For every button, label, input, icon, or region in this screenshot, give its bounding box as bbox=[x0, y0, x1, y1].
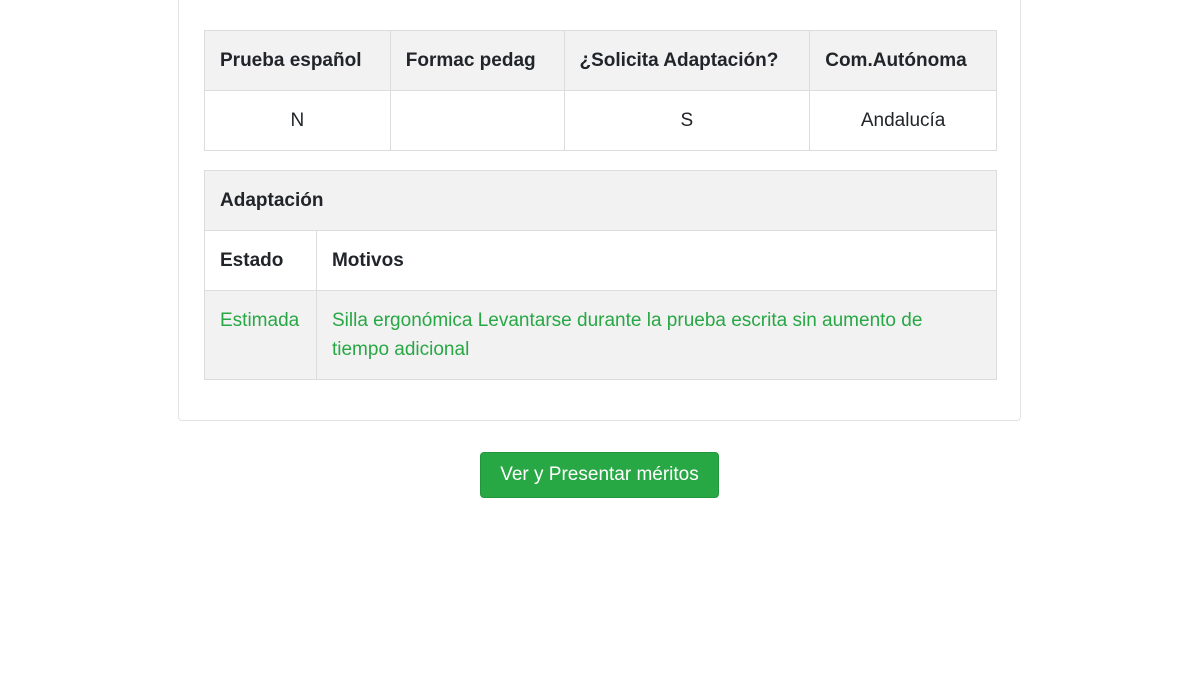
adaptacion-title: Adaptación bbox=[204, 170, 997, 231]
adaptacion-title-row: Adaptación bbox=[204, 170, 997, 231]
header-prueba-espanol: Prueba español bbox=[204, 30, 391, 91]
adaptacion-header-row: Estado Motivos bbox=[204, 230, 998, 291]
header-motivos: Motivos bbox=[315, 230, 998, 291]
page: Prueba español Formac pedag ¿Solicita Ad… bbox=[0, 0, 1200, 689]
cell-prueba-espanol: N bbox=[204, 90, 391, 151]
table-header-row: Prueba español Formac pedag ¿Solicita Ad… bbox=[204, 30, 997, 91]
cell-solicita-adaptacion: S bbox=[563, 90, 811, 151]
table-row: N S Andalucía bbox=[204, 90, 997, 151]
cell-com-autonoma: Andalucía bbox=[809, 90, 997, 151]
adaptacion-table: Adaptación Estado Motivos Estimada Silla… bbox=[204, 170, 998, 380]
cell-estado: Estimada bbox=[204, 290, 317, 380]
header-com-autonoma: Com.Autónoma bbox=[809, 30, 997, 91]
ver-presentar-meritos-button[interactable]: Ver y Presentar méritos bbox=[480, 452, 719, 498]
solicitud-table: Prueba español Formac pedag ¿Solicita Ad… bbox=[204, 30, 997, 151]
cell-formac-pedag bbox=[389, 90, 565, 151]
header-formac-pedag: Formac pedag bbox=[389, 30, 565, 91]
table-row: Estimada Silla ergonómica Levantarse dur… bbox=[204, 290, 998, 380]
cell-motivos: Silla ergonómica Levantarse durante la p… bbox=[315, 290, 998, 380]
header-solicita-adaptacion: ¿Solicita Adaptación? bbox=[563, 30, 811, 91]
header-estado: Estado bbox=[204, 230, 317, 291]
solicitud-card: Prueba español Formac pedag ¿Solicita Ad… bbox=[178, 0, 1021, 421]
